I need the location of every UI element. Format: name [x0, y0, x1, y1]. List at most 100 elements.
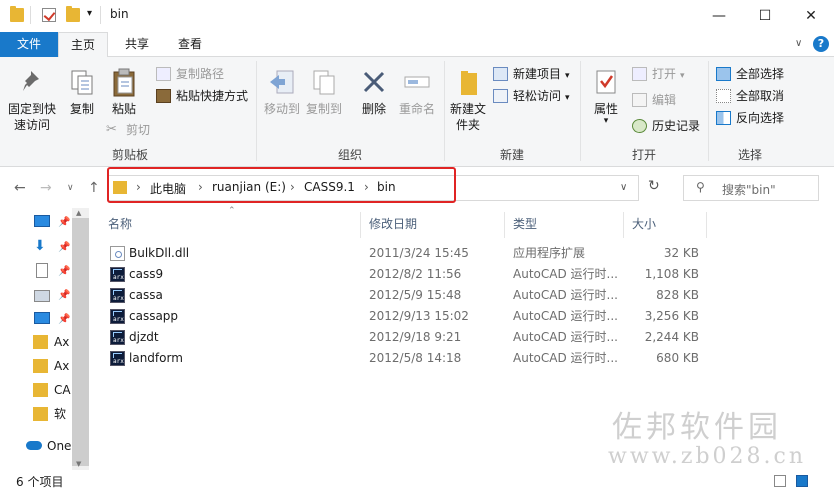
scroll-down-icon[interactable]: ▼: [76, 460, 81, 468]
file-modified: 2011/3/24 15:45: [369, 246, 469, 260]
file-modified: 2012/9/13 15:02: [369, 309, 469, 323]
file-row[interactable]: landform 2012/5/8 14:18 AutoCAD 运行时... 6…: [106, 348, 706, 369]
copy-to-icon: [309, 67, 339, 97]
details-view-icon[interactable]: [774, 475, 786, 487]
forward-arrow-icon[interactable]: →: [40, 180, 52, 196]
paste-button[interactable]: 粘贴: [104, 67, 144, 117]
group-separator: [256, 61, 257, 161]
file-size: 828 KB: [656, 288, 699, 302]
properties-quick-icon[interactable]: [42, 8, 56, 22]
column-separator[interactable]: [360, 212, 361, 238]
scroll-up-icon[interactable]: ▲: [76, 209, 81, 217]
copy-label: 复制: [69, 102, 94, 116]
minimize-ribbon-icon[interactable]: ∨: [795, 38, 802, 49]
edit-button[interactable]: 编辑: [632, 90, 676, 110]
column-header-modified[interactable]: 修改日期: [369, 214, 417, 234]
new-item-button[interactable]: 新建项目 ▾: [493, 64, 570, 84]
sort-indicator-icon: ⌃: [228, 206, 236, 216]
file-row[interactable]: djzdt 2012/9/18 9:21 AutoCAD 运行时... 2,24…: [106, 327, 706, 348]
pin-icon: 📌: [58, 314, 71, 325]
group-separator: [708, 61, 709, 161]
column-header-size[interactable]: 大小: [632, 214, 656, 234]
help-icon[interactable]: ?: [813, 36, 829, 52]
nav-scrollbar-thumb[interactable]: [72, 218, 89, 466]
file-name: BulkDll.dll: [129, 246, 190, 260]
dropdown-arrow-icon: ▾: [565, 71, 570, 81]
pictures-icon[interactable]: [34, 290, 50, 302]
customize-quick-access-icon[interactable]: ▾: [87, 8, 92, 19]
cut-button[interactable]: ✂ 剪切: [106, 120, 150, 140]
file-row[interactable]: cass9 2012/8/2 11:56 AutoCAD 运行时... 1,10…: [106, 264, 706, 285]
search-placeholder: 搜索"bin": [722, 183, 776, 197]
file-type: AutoCAD 运行时...: [513, 288, 618, 302]
arx-file-icon: [110, 351, 125, 366]
refresh-icon[interactable]: ↻: [648, 178, 660, 194]
file-modified: 2012/5/9 15:48: [369, 288, 462, 302]
window-title: bin: [110, 7, 129, 21]
history-button[interactable]: 历史记录: [632, 116, 700, 136]
column-separator[interactable]: [706, 212, 707, 238]
nav-item-onedrive[interactable]: One: [20, 436, 72, 456]
new-folder-quick-icon[interactable]: [66, 6, 80, 22]
pin-label: 固定到快速访问: [7, 102, 56, 132]
tab-home[interactable]: 主页: [58, 32, 108, 58]
downloads-icon[interactable]: ⬇: [34, 238, 46, 254]
desktop-icon[interactable]: [34, 215, 50, 227]
recent-locations-icon[interactable]: ∨: [67, 183, 74, 193]
file-type: AutoCAD 运行时...: [513, 267, 618, 281]
new-folder-button[interactable]: 新建文件夹: [448, 67, 488, 133]
search-box[interactable]: ⚲ 搜索"bin": [683, 175, 819, 201]
close-button[interactable]: ✕: [788, 0, 834, 32]
copy-button[interactable]: 复制: [62, 67, 102, 117]
file-row[interactable]: BulkDll.dll 2011/3/24 15:45 应用程序扩展 32 KB: [106, 243, 706, 264]
invert-selection-button[interactable]: 反向选择: [716, 108, 784, 128]
file-size: 2,244 KB: [644, 330, 699, 344]
properties-icon: [591, 67, 621, 97]
address-dropdown-icon[interactable]: ∨: [620, 182, 627, 193]
large-icons-view-icon[interactable]: [796, 475, 808, 487]
paste-shortcut-button[interactable]: 粘贴快捷方式: [156, 86, 248, 106]
select-all-button[interactable]: 全部选择: [716, 64, 784, 84]
file-name: cassapp: [129, 309, 179, 323]
file-size: 3,256 KB: [644, 309, 699, 323]
item-count: 6 个项目: [16, 475, 64, 489]
dropdown-arrow-icon: ▾: [565, 93, 570, 103]
status-bar: 6 个项目: [0, 470, 834, 493]
open-button[interactable]: 打开 ▾: [632, 64, 685, 84]
file-modified: 2012/9/18 9:21: [369, 330, 462, 344]
group-separator: [580, 61, 581, 161]
delete-button[interactable]: 删除: [356, 67, 392, 117]
folder-icon: [33, 359, 48, 373]
file-name: djzdt: [129, 330, 159, 344]
file-row[interactable]: cassa 2012/5/9 15:48 AutoCAD 运行时... 828 …: [106, 285, 706, 306]
documents-icon[interactable]: [36, 263, 48, 278]
file-row[interactable]: cassapp 2012/9/13 15:02 AutoCAD 运行时... 3…: [106, 306, 706, 327]
column-header-name[interactable]: 名称: [108, 214, 132, 234]
rename-button[interactable]: 重命名: [396, 67, 438, 117]
file-size: 1,108 KB: [644, 267, 699, 281]
column-separator[interactable]: [504, 212, 505, 238]
paste-shortcut-icon: [156, 89, 171, 103]
column-header-type[interactable]: 类型: [513, 214, 537, 234]
up-arrow-icon[interactable]: ↑: [88, 180, 100, 196]
this-pc-icon[interactable]: [34, 312, 50, 324]
copy-icon: [67, 67, 97, 97]
copy-path-button[interactable]: 复制路径: [156, 64, 224, 84]
group-separator: [444, 61, 445, 161]
move-to-button[interactable]: 移动到: [262, 67, 302, 117]
copy-to-button[interactable]: 复制到: [304, 67, 344, 117]
properties-button[interactable]: 属性 ▾: [586, 67, 626, 126]
easy-access-button[interactable]: 轻松访问 ▾: [493, 86, 570, 106]
tab-file[interactable]: 文件: [0, 32, 58, 57]
pin-icon: 📌: [58, 242, 71, 253]
tab-share[interactable]: 共享: [112, 32, 162, 57]
pin-to-quick-access-button[interactable]: 固定到快速访问: [6, 67, 58, 133]
dropdown-arrow-icon: ▾: [603, 116, 609, 126]
back-arrow-icon[interactable]: ←: [14, 180, 26, 196]
maximize-button[interactable]: ☐: [742, 0, 788, 32]
minimize-button[interactable]: —: [696, 0, 742, 32]
tab-view[interactable]: 查看: [164, 32, 216, 57]
pin-icon: [17, 67, 47, 97]
select-none-button[interactable]: 全部取消: [716, 86, 784, 106]
column-separator[interactable]: [623, 212, 624, 238]
